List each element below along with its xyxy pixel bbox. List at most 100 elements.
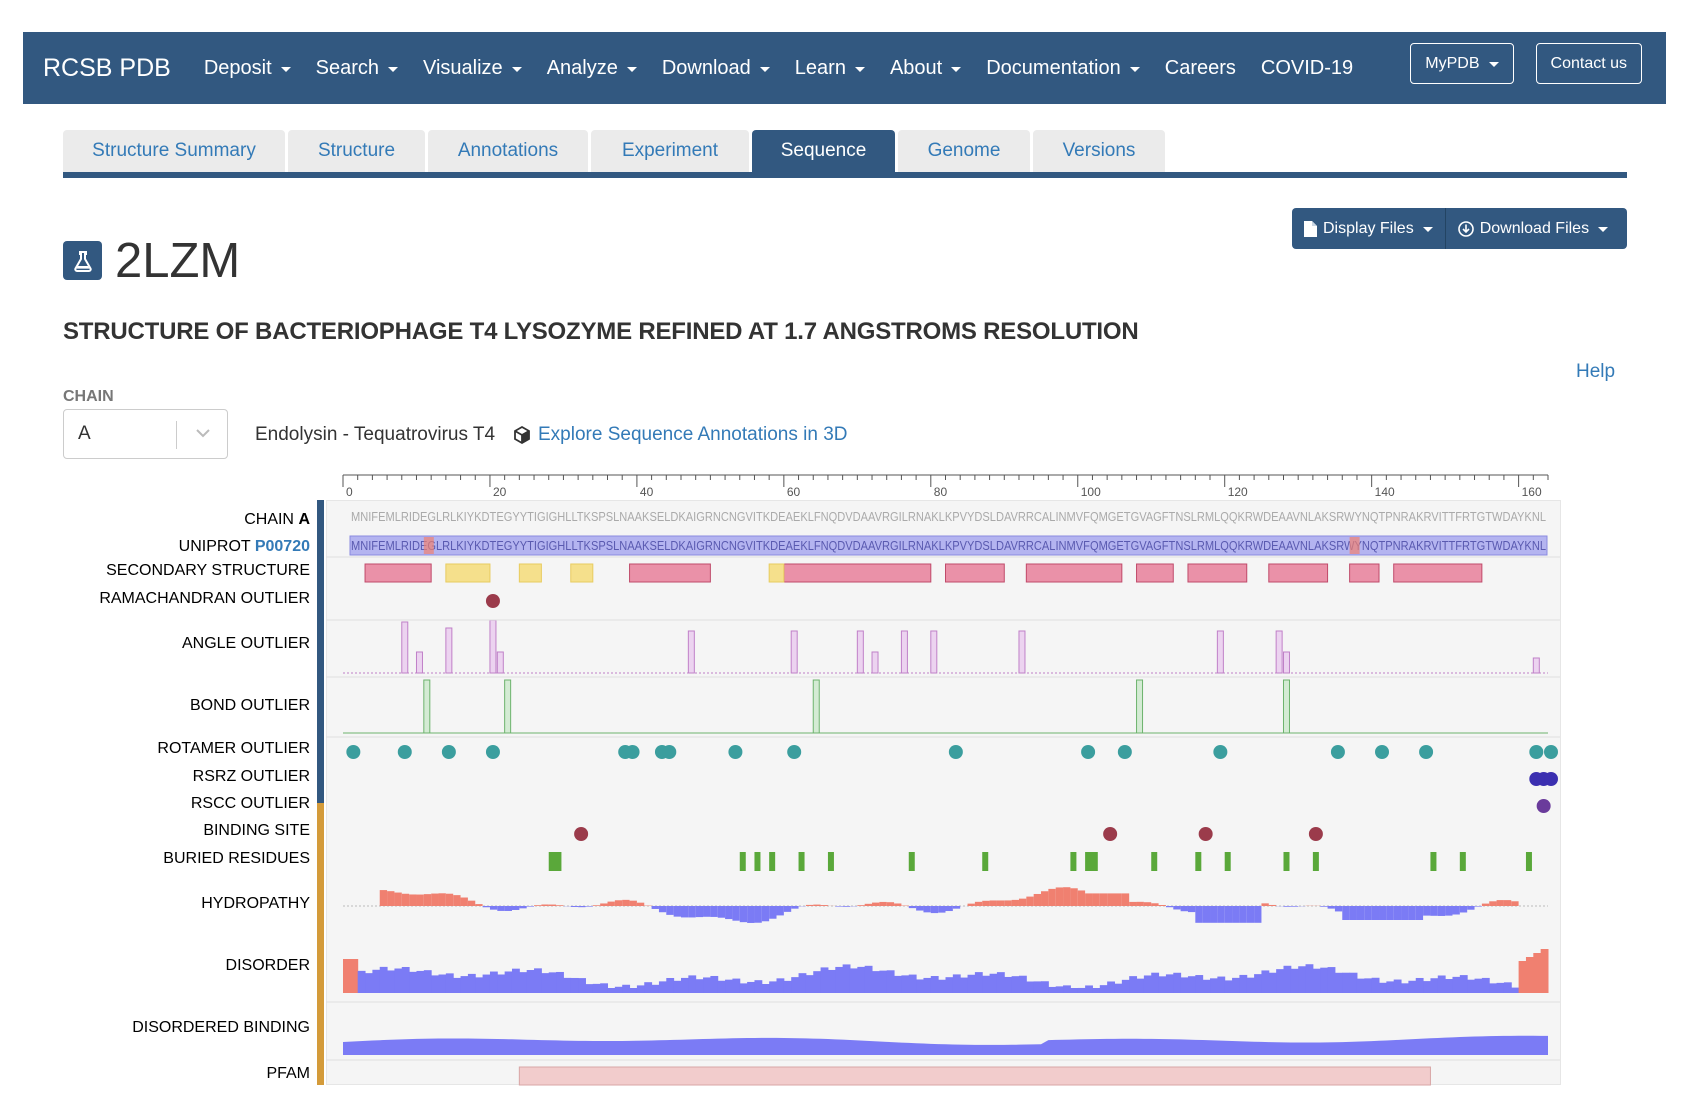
- rotamer-outlier-dot: [1529, 745, 1544, 759]
- hydropathy-bar: [1481, 903, 1490, 906]
- ramachandran-outlier-dot: [485, 594, 500, 608]
- hydropathy-bar: [1489, 901, 1497, 906]
- hydropathy-bar: [1379, 906, 1387, 920]
- hydropathy-bar: [1070, 888, 1078, 906]
- bond-outlier-bar: [504, 679, 512, 734]
- hydropathy-bar: [526, 906, 535, 907]
- buried-residue-block: [1312, 852, 1319, 871]
- hydropathy-bar: [783, 906, 792, 912]
- disorder-bar: [1224, 980, 1233, 993]
- disorder-bar: [930, 976, 939, 993]
- hydropathy-bar: [416, 894, 424, 906]
- hydropathy-bar: [511, 906, 520, 910]
- angle-outlier-bar: [871, 651, 879, 674]
- disorder-bar: [585, 984, 594, 993]
- hydropathy-bar: [952, 906, 961, 909]
- hydropathy-bar: [1151, 903, 1159, 906]
- disorder-bar: [1349, 972, 1358, 993]
- hydropathy-bar: [592, 905, 601, 906]
- disorder-bar: [1437, 975, 1446, 993]
- hydropathy-bar: [1320, 906, 1328, 907]
- hydropathy-bar: [401, 893, 410, 906]
- hydropathy-bar: [761, 906, 770, 922]
- axis-tick-label: 140: [1375, 485, 1395, 499]
- disorder-bar: [849, 968, 858, 993]
- disorder-bar: [1401, 983, 1409, 993]
- disorder-bar: [982, 975, 991, 993]
- hydropathy-bar: [1283, 906, 1291, 907]
- disorder-bar: [1312, 968, 1321, 993]
- hydropathy-bar: [445, 893, 454, 906]
- disorder-bar: [680, 977, 689, 993]
- disorder-bar: [1085, 985, 1093, 993]
- disorder-bar: [1503, 982, 1512, 993]
- hydropathy-bar: [658, 906, 667, 913]
- angle-outlier-bar: [1275, 630, 1283, 674]
- hydropathy-bar: [695, 906, 704, 918]
- hydropathy-bar: [982, 900, 990, 906]
- disorder-bar: [952, 974, 961, 993]
- hydropathy-bar: [1415, 906, 1424, 920]
- hydropathy-bar: [1430, 906, 1438, 916]
- disorder-bar: [1143, 975, 1152, 993]
- axis-tick-label: 40: [640, 485, 654, 499]
- hydropathy-bar: [1496, 900, 1504, 906]
- disorder-bar: [1379, 982, 1387, 993]
- helix-segment: [1187, 563, 1248, 583]
- disorder-bar: [357, 970, 366, 993]
- disorder-bar: [622, 984, 631, 993]
- disorder-bar: [343, 959, 351, 993]
- hydropathy-bar: [1180, 906, 1188, 912]
- hydropathy-bar: [1503, 900, 1512, 906]
- disorder-bar: [1011, 976, 1020, 993]
- hydropathy-bar: [930, 906, 939, 914]
- disorder-bar: [541, 973, 550, 993]
- hydropathy-bar: [732, 906, 740, 921]
- hydropathy-bar: [607, 901, 615, 906]
- hydropathy-bar: [409, 894, 417, 906]
- disorder-bar: [394, 968, 403, 993]
- hydropathy-bar: [394, 892, 402, 906]
- hydropathy-bar: [894, 903, 902, 906]
- disorder-bar: [923, 977, 932, 993]
- disorder-bar: [1187, 976, 1196, 993]
- hydropathy-bar: [1077, 890, 1086, 906]
- disorder-bar: [688, 975, 697, 993]
- hydropathy-bar: [1393, 906, 1402, 920]
- hydropathy-bar: [578, 906, 586, 908]
- disorder-bar: [453, 977, 462, 993]
- hydropathy-bar: [636, 902, 645, 906]
- hydropathy-bar: [1342, 906, 1350, 920]
- buried-residue-block: [1151, 852, 1158, 871]
- disorder-bar: [482, 974, 491, 993]
- hydropathy-bar: [1114, 893, 1122, 906]
- disorder-bar: [813, 971, 822, 993]
- disorder-bar: [445, 973, 454, 993]
- disorder-bar: [644, 982, 653, 993]
- hydropathy-bar: [1474, 906, 1482, 907]
- hydropathy-bar: [725, 906, 733, 920]
- disorder-bar: [1430, 978, 1439, 993]
- disorder-bar: [1070, 988, 1079, 993]
- angle-outlier-bar: [415, 651, 423, 674]
- hydropathy-bar: [1459, 906, 1468, 913]
- hydropathy-bar: [1085, 893, 1093, 906]
- disorder-bar: [1202, 979, 1211, 993]
- hydropathy-bar: [1511, 901, 1519, 906]
- hydropathy-bar: [622, 899, 630, 906]
- hydropathy-bar: [703, 906, 711, 917]
- rotamer-outlier-dot: [1213, 745, 1228, 759]
- disorder-bar: [1180, 977, 1189, 993]
- hydropathy-bar: [1026, 896, 1034, 906]
- hydropathy-bar: [431, 893, 439, 906]
- angle-outlier-bar: [1216, 630, 1224, 674]
- hydropathy-bar: [570, 906, 579, 907]
- disorder-bar: [1077, 987, 1086, 993]
- angle-outlier-bar: [1282, 651, 1290, 674]
- binding-site-dot: [1308, 827, 1323, 841]
- pfam-domain-bar: [518, 1066, 1431, 1086]
- hydropathy-bar: [519, 906, 527, 909]
- disorder-bar: [901, 975, 910, 993]
- hydropathy-bar: [453, 895, 461, 906]
- buried-residue-block: [798, 852, 805, 871]
